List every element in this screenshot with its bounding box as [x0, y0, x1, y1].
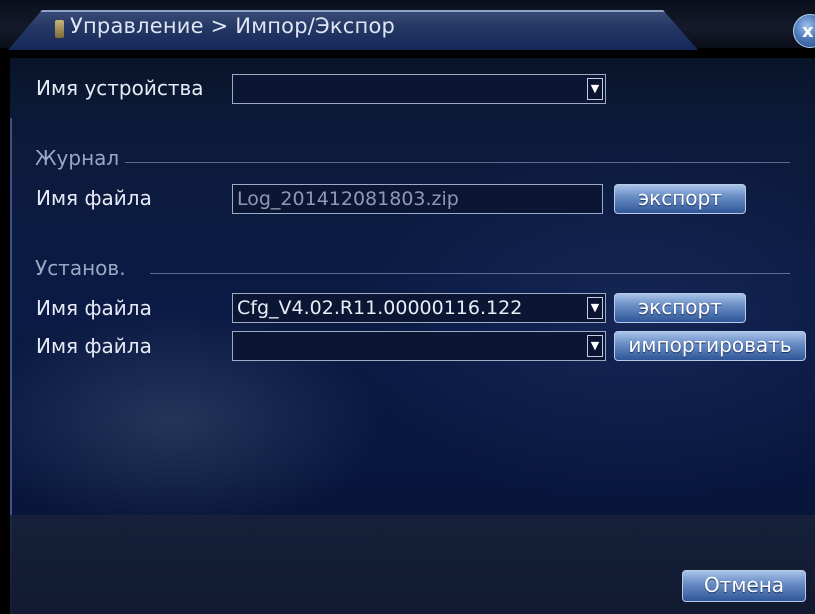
- config-export-value: Cfg_V4.02.R11.00000116.122: [237, 297, 523, 319]
- config-import-file-label: Имя файла: [36, 334, 152, 358]
- config-import-select[interactable]: ▼: [232, 331, 606, 361]
- config-export-select[interactable]: Cfg_V4.02.R11.00000116.122 ▼: [232, 293, 606, 323]
- log-section-title: Журнал: [35, 146, 120, 170]
- device-name-label: Имя устройства: [36, 76, 204, 100]
- log-file-field: Log_201412081803.zip: [232, 184, 603, 214]
- config-export-file-label: Имя файла: [36, 296, 152, 320]
- dropdown-arrow-icon[interactable]: ▼: [587, 335, 603, 357]
- window-title: Управление > Импор/Экспор: [70, 14, 396, 38]
- title-icon: [55, 20, 64, 38]
- dropdown-arrow-icon[interactable]: ▼: [587, 297, 603, 319]
- device-name-select[interactable]: ▼: [232, 74, 606, 104]
- config-export-button[interactable]: экспорт: [614, 293, 746, 323]
- log-file-label: Имя файла: [36, 186, 152, 210]
- config-section-title: Установ.: [35, 256, 126, 280]
- config-import-button[interactable]: импортировать: [614, 331, 806, 361]
- dropdown-arrow-icon[interactable]: ▼: [587, 78, 603, 100]
- log-export-button[interactable]: экспорт: [614, 184, 746, 214]
- cancel-button[interactable]: Отмена: [682, 570, 806, 602]
- config-section-divider: [150, 273, 790, 274]
- log-section-divider: [125, 162, 790, 163]
